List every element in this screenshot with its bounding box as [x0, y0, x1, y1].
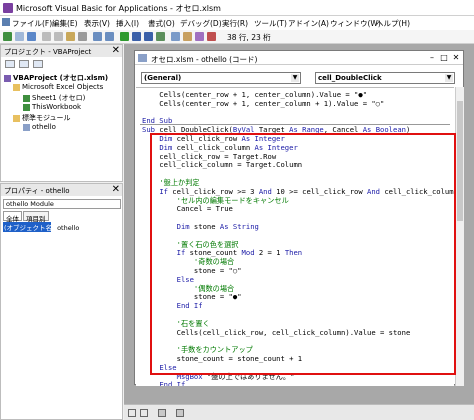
- code-window-title-bar: オセロ.xlsm - othello (コード) – □ ✕: [135, 51, 463, 65]
- design-mode-icon[interactable]: [156, 32, 165, 41]
- menu-format[interactable]: 書式(O): [148, 18, 175, 29]
- properties-panel: プロパティ - othello ✕ othello Module 全体 項目別 …: [0, 183, 123, 420]
- close-icon[interactable]: ✕: [451, 53, 461, 63]
- project-icon: [4, 74, 11, 82]
- run-icon[interactable]: [120, 32, 129, 41]
- procedure-combo[interactable]: cell_DoubleClick ▼: [315, 72, 455, 84]
- minimize-icon[interactable]: –: [427, 53, 437, 63]
- tree-item-modules[interactable]: 標準モジュール: [13, 113, 71, 123]
- folder-icon: [13, 114, 20, 122]
- close-icon[interactable]: ✕: [112, 45, 120, 56]
- property-value[interactable]: othello: [53, 224, 79, 232]
- tree-label: Microsoft Excel Objects: [22, 83, 104, 91]
- reset-icon[interactable]: [144, 32, 153, 41]
- object-browser-icon[interactable]: [195, 32, 204, 41]
- properties-panel-title: プロパティ - othello: [1, 184, 122, 196]
- redo-icon[interactable]: [105, 32, 114, 41]
- full-module-view-icon[interactable]: [140, 409, 148, 417]
- menu-help[interactable]: ヘルプ(H): [376, 18, 410, 29]
- project-explorer-icon[interactable]: [171, 32, 180, 41]
- sheet-icon: [23, 94, 30, 102]
- workbook-icon: [23, 103, 30, 111]
- excel-view-icon[interactable]: [2, 18, 10, 26]
- code-window-bottom-bar: [124, 404, 474, 420]
- module-icon: [23, 123, 30, 131]
- procedure-combo-value: cell_DoubleClick: [318, 74, 382, 82]
- scroll-left-icon[interactable]: [158, 409, 166, 417]
- close-icon[interactable]: ✕: [112, 184, 120, 195]
- folder-icon: [13, 83, 20, 91]
- menu-edit[interactable]: 編集(E): [52, 18, 78, 29]
- menu-bar: ファイル(F) 編集(E) 表示(V) 挿入(I) 書式(O) デバッグ(D) …: [0, 16, 474, 30]
- procedure-separator: [140, 124, 450, 126]
- save-icon[interactable]: [27, 32, 36, 41]
- menu-addins[interactable]: アドイン(A): [288, 18, 329, 29]
- menu-window[interactable]: ウィンドウ(W): [330, 18, 381, 29]
- menu-insert[interactable]: 挿入(I): [116, 18, 139, 29]
- menu-file[interactable]: ファイル(F): [12, 18, 52, 29]
- toolbox-icon[interactable]: [207, 32, 216, 41]
- code-window-title: オセロ.xlsm - othello (コード): [151, 55, 258, 64]
- properties-icon[interactable]: [183, 32, 192, 41]
- menu-debug[interactable]: デバッグ(D): [180, 18, 222, 29]
- title-bar: Microsoft Visual Basic for Applications …: [0, 0, 474, 16]
- find-icon[interactable]: [78, 32, 87, 41]
- undo-icon[interactable]: [93, 32, 102, 41]
- object-selector[interactable]: othello Module: [3, 199, 121, 209]
- project-panel-title: プロジェクト - VBAProject: [1, 45, 122, 57]
- menu-view[interactable]: 表示(V): [84, 18, 110, 29]
- standard-toolbar: 38 行, 23 桁: [0, 30, 474, 44]
- view-object-icon[interactable]: [19, 60, 29, 68]
- tree-item-sheet1[interactable]: Sheet1 (オセロ): [23, 93, 85, 103]
- object-combo[interactable]: (General) ▼: [141, 72, 301, 84]
- cut-icon[interactable]: [42, 32, 51, 41]
- excel-icon[interactable]: [3, 32, 12, 41]
- tree-label: Sheet1 (オセロ): [32, 94, 86, 102]
- highlight-box: [150, 133, 456, 375]
- maximize-icon[interactable]: □: [439, 53, 449, 63]
- vba-app-icon: [3, 3, 13, 13]
- scroll-right-icon[interactable]: [176, 409, 184, 417]
- toggle-folders-icon[interactable]: [33, 60, 43, 68]
- procedure-view-icon[interactable]: [128, 409, 136, 417]
- project-explorer-panel: プロジェクト - VBAProject ✕ VBAProject (オセロ.xl…: [0, 44, 123, 182]
- chevron-down-icon[interactable]: ▼: [445, 74, 453, 82]
- tree-label: ThisWorkbook: [32, 103, 82, 111]
- window-title: Microsoft Visual Basic for Applications …: [16, 4, 221, 13]
- cursor-position: 38 行, 23 桁: [227, 33, 271, 42]
- tree-label: 標準モジュール: [22, 114, 71, 122]
- chevron-down-icon[interactable]: ▼: [291, 74, 299, 82]
- menu-run[interactable]: 実行(R): [222, 18, 248, 29]
- code-line[interactable]: End If: [142, 380, 185, 386]
- copy-icon[interactable]: [54, 32, 63, 41]
- tree-item-excel-objects[interactable]: Microsoft Excel Objects: [13, 83, 103, 91]
- tree-item-thisworkbook[interactable]: ThisWorkbook: [23, 103, 81, 111]
- insert-module-icon[interactable]: [15, 32, 24, 41]
- property-name: (オブジェクト名): [3, 222, 55, 232]
- object-combo-value: (General): [144, 74, 182, 82]
- view-code-icon[interactable]: [5, 60, 15, 68]
- code-line[interactable]: Cells(center_row + 1, center_column + 1)…: [142, 99, 384, 108]
- menu-tools[interactable]: ツール(T): [254, 18, 287, 29]
- tree-label: VBAProject (オセロ.xlsm): [13, 74, 109, 82]
- break-icon[interactable]: [132, 32, 141, 41]
- scrollbar-thumb[interactable]: [457, 101, 463, 221]
- module-icon: [138, 54, 147, 62]
- tree-label: othello: [32, 123, 56, 131]
- property-row-name[interactable]: (オブジェクト名) othello: [3, 222, 121, 232]
- paste-icon[interactable]: [66, 32, 75, 41]
- tree-item-vbaproject[interactable]: VBAProject (オセロ.xlsm): [4, 73, 108, 83]
- vertical-scrollbar[interactable]: [455, 87, 464, 386]
- tab-alphabetic[interactable]: 全体: [3, 211, 22, 223]
- code-line[interactable]: Cells(center_row + 1, center_column).Val…: [142, 90, 367, 99]
- tree-item-othello[interactable]: othello: [23, 123, 56, 131]
- tab-categorized[interactable]: 項目別: [23, 211, 49, 223]
